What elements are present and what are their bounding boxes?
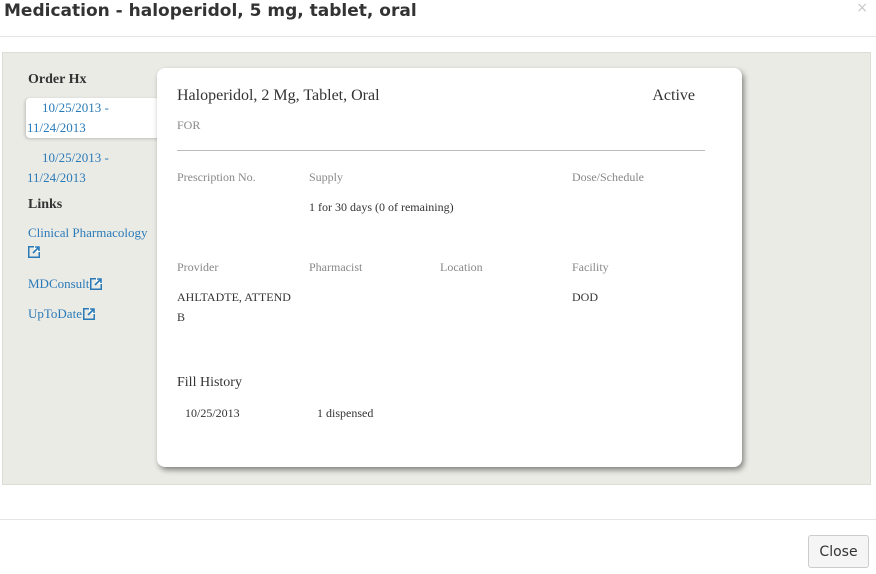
fill-history-date: 10/25/2013 bbox=[185, 406, 240, 420]
provider-value-line2: B bbox=[177, 310, 186, 324]
modal-header: Medication - haloperidol, 5 mg, tablet, … bbox=[0, 0, 876, 37]
external-link-icon[interactable] bbox=[28, 246, 40, 258]
for-label: FOR bbox=[177, 118, 201, 132]
prescription-label: Prescription No. bbox=[177, 170, 256, 184]
provider-value-line1: AHLTADTE, ATTEND bbox=[177, 290, 291, 304]
drug-name: Haloperidol, 2 Mg, Tablet, Oral bbox=[177, 87, 380, 104]
external-link-icon[interactable] bbox=[82, 308, 95, 320]
order-item-active[interactable]: 10/25/2013 - 11/24/2013 bbox=[26, 98, 161, 138]
link-uptodate[interactable]: UpToDate bbox=[28, 304, 95, 324]
close-button[interactable]: Close bbox=[808, 535, 869, 568]
link-label[interactable]: MDConsult bbox=[28, 276, 89, 291]
provider-value: AHLTADTE, ATTEND B bbox=[177, 287, 291, 327]
dialog-title: Medication - haloperidol, 5 mg, tablet, … bbox=[4, 1, 417, 21]
order-date-start[interactable]: 10/25/2013 - bbox=[26, 148, 161, 168]
order-date-end[interactable]: 11/24/2013 bbox=[26, 168, 161, 188]
facility-label: Facility bbox=[572, 260, 609, 274]
fill-history-title: Fill History bbox=[177, 375, 242, 390]
link-label[interactable]: UpToDate bbox=[28, 306, 82, 321]
order-hx-title: Order Hx bbox=[28, 72, 87, 87]
order-item[interactable]: 10/25/2013 - 11/24/2013 bbox=[26, 148, 161, 188]
supply-label: Supply bbox=[309, 170, 344, 184]
order-date-start[interactable]: 10/25/2013 - bbox=[26, 98, 161, 118]
order-date-end[interactable]: 11/24/2013 bbox=[26, 118, 161, 138]
link-clinical-pharmacology[interactable]: Clinical Pharmacology bbox=[28, 223, 168, 261]
fill-history-status: 1 dispensed bbox=[317, 406, 374, 420]
provider-label: Provider bbox=[177, 260, 219, 274]
dose-schedule-label: Dose/Schedule bbox=[572, 170, 644, 184]
links-title: Links bbox=[28, 197, 63, 212]
link-label[interactable]: Clinical Pharmacology bbox=[28, 225, 148, 240]
location-label: Location bbox=[440, 260, 483, 274]
status-badge: Active bbox=[652, 87, 695, 104]
facility-value: DOD bbox=[572, 290, 598, 304]
close-icon[interactable]: × bbox=[856, 0, 868, 16]
medication-detail-card: Haloperidol, 2 Mg, Tablet, Oral Active F… bbox=[157, 68, 742, 467]
divider bbox=[177, 150, 705, 151]
link-mdconsult[interactable]: MDConsult bbox=[28, 274, 103, 294]
pharmacist-label: Pharmacist bbox=[309, 260, 363, 274]
footer-divider bbox=[0, 519, 876, 520]
external-link-icon[interactable] bbox=[90, 278, 103, 290]
supply-value: 1 for 30 days (0 of remaining) bbox=[309, 200, 454, 214]
